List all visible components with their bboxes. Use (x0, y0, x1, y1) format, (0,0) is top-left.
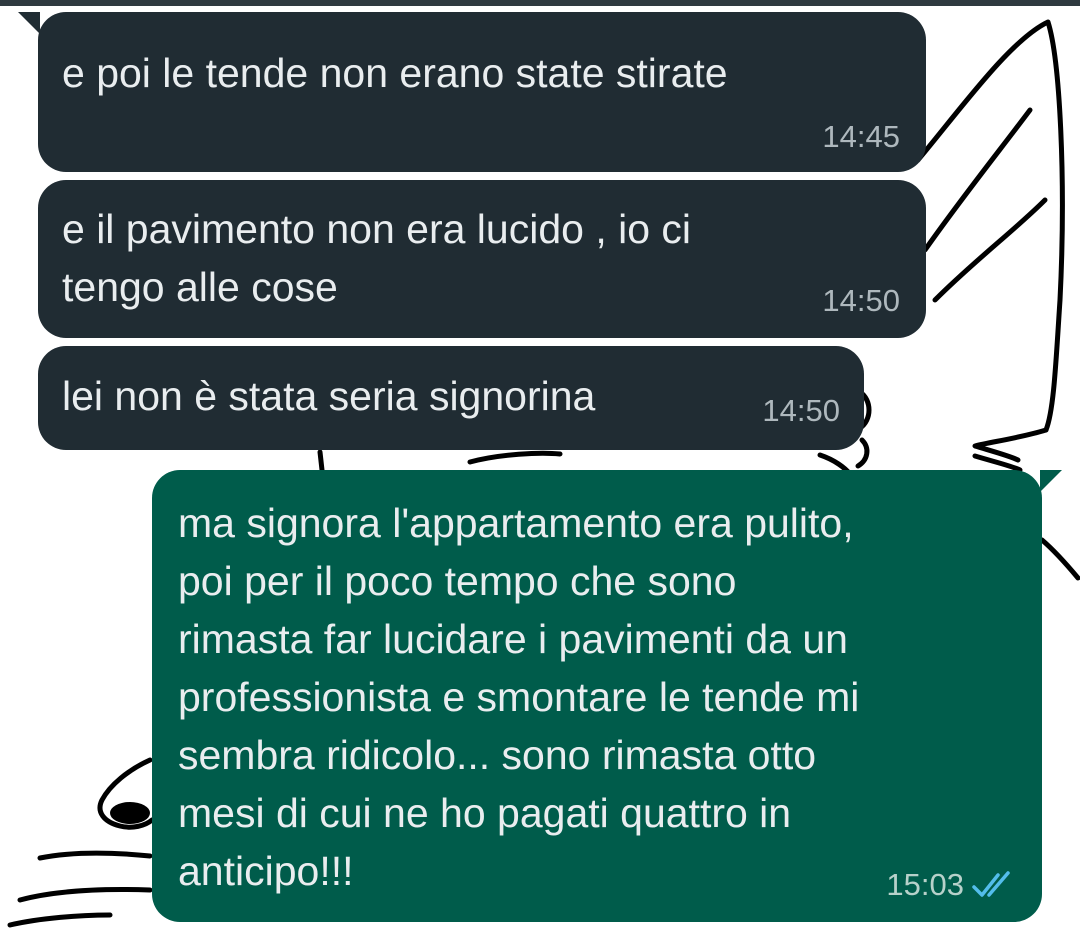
incoming-message-bubble[interactable]: e il pavimento non era lucido , io ci te… (38, 180, 926, 338)
incoming-bubble-tail (18, 12, 40, 34)
message-timestamp: 14:50 (762, 393, 840, 428)
message-text: ma signora l'appartamento era pulito, po… (178, 500, 860, 894)
message-timestamp: 14:50 (822, 283, 900, 318)
message-text: e il pavimento non era lucido , io ci te… (62, 206, 692, 310)
outgoing-bubble-tail (1040, 470, 1062, 492)
message-text: e poi le tende non erano state stirate (62, 50, 728, 96)
outgoing-message-bubble[interactable]: ma signora l'appartamento era pulito, po… (152, 470, 1042, 922)
incoming-message-bubble[interactable]: lei non è stata seria signorina 14:50 (38, 346, 864, 450)
incoming-message-bubble[interactable]: e poi le tende non erano state stirate 1… (38, 12, 926, 172)
double-check-read-icon (972, 871, 1010, 897)
message-timestamp: 14:45 (822, 119, 900, 154)
message-timestamp: 15:03 (886, 867, 964, 902)
message-text: lei non è stata seria signorina (62, 373, 596, 419)
